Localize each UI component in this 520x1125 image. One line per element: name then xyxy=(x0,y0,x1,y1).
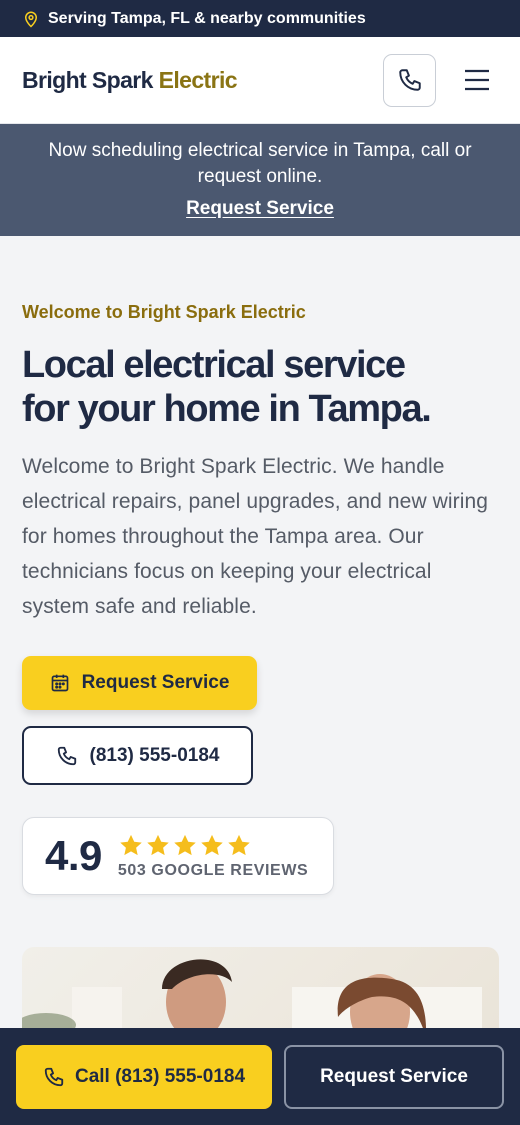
hero-headline: Local electrical service for your home i… xyxy=(22,343,498,431)
hero-eyebrow: Welcome to Bright Spark Electric xyxy=(22,302,306,322)
announcement-request-link[interactable]: Request Service xyxy=(186,196,334,222)
calendar-icon xyxy=(51,674,68,692)
headline-line1: Local electrical service xyxy=(22,344,406,386)
sticky-request-label: Request Service xyxy=(320,1065,468,1087)
logo-part2: Electric xyxy=(158,66,238,93)
sticky-call-label: Call (813) 555-0184 xyxy=(74,1065,246,1087)
request-service-label: Request Service xyxy=(81,672,230,693)
location-text: Serving Tampa, FL & nearby communities xyxy=(48,9,366,27)
hero-body: Welcome to Bright Spark Electric. We han… xyxy=(22,455,489,618)
map-pin-icon xyxy=(24,11,38,28)
google-rating-card: 4.9 503 GOOGLE REVIEWS xyxy=(22,817,334,895)
hero-section: Welcome to Bright Spark Electric Local e… xyxy=(0,236,520,895)
logo[interactable]: Bright Spark Electric xyxy=(22,66,238,94)
request-service-button[interactable]: Request Service xyxy=(22,656,257,710)
phone-icon xyxy=(57,746,76,765)
menu-button[interactable] xyxy=(462,65,492,95)
sticky-request-button[interactable]: Request Service xyxy=(284,1044,504,1109)
phone-icon xyxy=(44,1067,64,1086)
sticky-call-button[interactable]: Call (813) 555-0184 xyxy=(16,1044,272,1109)
star-icon xyxy=(147,834,169,855)
reviews-count: 503 GOOGLE REVIEWS xyxy=(117,861,309,879)
star-icon xyxy=(174,834,196,855)
announcement-banner: Now scheduling electrical service in Tam… xyxy=(0,124,520,236)
hamburger-menu-icon xyxy=(465,69,489,91)
announcement-text: Now scheduling electrical service in Tam… xyxy=(48,140,472,187)
logo-part1: Bright Spark xyxy=(22,66,153,93)
header-call-button[interactable] xyxy=(383,53,436,107)
phone-icon xyxy=(398,69,421,91)
star-icon xyxy=(228,834,250,855)
star-rating xyxy=(118,833,308,858)
sticky-cta-bar: Call (813) 555-0184 Request Service xyxy=(0,1028,520,1125)
site-header: Bright Spark Electric xyxy=(0,37,520,124)
star-icon xyxy=(120,834,142,855)
headline-line2: for your home in Tampa. xyxy=(22,388,432,430)
star-icon xyxy=(201,834,223,855)
location-bar: Serving Tampa, FL & nearby communities xyxy=(0,0,520,37)
phone-button-label: (813) 555-0184 xyxy=(89,744,220,766)
phone-button[interactable]: (813) 555-0184 xyxy=(22,726,253,785)
rating-value: 4.9 xyxy=(45,832,102,879)
